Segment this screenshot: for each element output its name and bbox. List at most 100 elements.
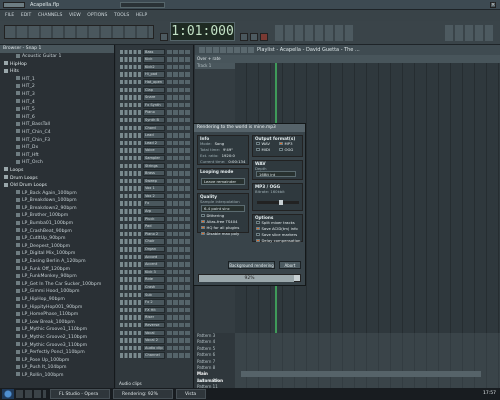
browser-file[interactable]: LP_Gimmi Hood_100bpm: [0, 288, 114, 296]
checkbox-icon[interactable]: [201, 231, 205, 236]
channel-name-button[interactable]: Strings: [143, 162, 165, 169]
channel-leds[interactable]: [120, 209, 142, 214]
channel-row[interactable]: Kick2: [116, 63, 193, 71]
task-vista[interactable]: Vista: [176, 389, 206, 399]
channel-name-button[interactable]: Crash: [143, 284, 165, 291]
bitrate-handle[interactable]: [279, 200, 283, 205]
channel-name-button[interactable]: Vox 2: [143, 192, 165, 200]
browser-folder[interactable]: Loops: [0, 167, 114, 175]
channel-steps[interactable]: [167, 125, 191, 131]
browser-file[interactable]: LP_Bumba01_100bpm: [0, 220, 114, 228]
wav-depth-select[interactable]: 16Bit int: [256, 171, 296, 177]
channel-name-button[interactable]: Vocal: [143, 329, 165, 336]
browser-folder[interactable]: Drum Loops: [0, 175, 114, 183]
channel-name-button[interactable]: Kick: [143, 56, 165, 63]
channel-steps[interactable]: [167, 277, 191, 282]
browser-file[interactable]: LP_Pose Up_100bpm: [0, 357, 114, 365]
channel-row[interactable]: Sub: [116, 291, 193, 299]
channel-name-button[interactable]: Sweep: [143, 177, 165, 185]
channel-name-button[interactable]: Chord: [143, 124, 165, 131]
track-label[interactable]: Track 1: [195, 63, 235, 70]
playlist-tools[interactable]: [199, 47, 254, 53]
channel-leds[interactable]: [120, 178, 142, 184]
channel-leds[interactable]: [120, 338, 142, 343]
browser-file[interactable]: LP_Easing Berlin A_120bpm: [0, 258, 114, 266]
browser-file[interactable]: LP_CrashBeat_90bpm: [0, 228, 114, 236]
channel-name-button[interactable]: Arp: [143, 208, 165, 215]
browser-file[interactable]: LP_Digital Mix_100bpm: [0, 250, 114, 258]
channel-name-button[interactable]: Bass Synth: [143, 48, 165, 55]
channel-steps[interactable]: [167, 315, 191, 320]
channel-leds[interactable]: [120, 292, 142, 298]
browser-file[interactable]: LP_Breakdown2_90bpm: [0, 205, 114, 213]
channel-name-button[interactable]: Pad: [143, 223, 165, 230]
checkbox-icon[interactable]: [256, 220, 260, 225]
channel-steps[interactable]: [167, 307, 191, 313]
menu-tools[interactable]: TOOLS: [114, 13, 129, 18]
channel-name-button[interactable]: Lead: [143, 132, 165, 139]
task-rendering[interactable]: Rendering: 92%: [113, 389, 173, 399]
channel-row[interactable]: Synth B: [116, 116, 193, 124]
browser-folder[interactable]: Hits: [0, 68, 114, 76]
channel-name-button[interactable]: Ride: [143, 276, 165, 283]
channel-name-button[interactable]: Audio clip: [143, 344, 165, 352]
channel-leds[interactable]: [120, 201, 142, 206]
window-buttons[interactable]: [445, 25, 495, 41]
channel-leds[interactable]: [120, 87, 142, 93]
channel-leds[interactable]: [120, 117, 142, 123]
abort-button[interactable]: Abort: [279, 261, 301, 269]
checkbox-icon[interactable]: [201, 219, 205, 224]
menu-edit[interactable]: EDIT: [21, 13, 31, 18]
channel-name-button[interactable]: Choir: [143, 238, 165, 245]
channel-name-button[interactable]: Snare: [143, 94, 165, 101]
channel-row[interactable]: Riser: [116, 314, 193, 322]
checkbox-icon[interactable]: [256, 232, 260, 237]
channel-leds[interactable]: [120, 247, 142, 252]
checkbox-icon[interactable]: [279, 141, 283, 146]
channel-name-button[interactable]: Fx: [143, 200, 165, 207]
channel-steps[interactable]: [167, 148, 191, 153]
channel-leds[interactable]: [120, 57, 142, 62]
channel-row[interactable]: Vocal 2: [116, 337, 193, 345]
quality-checkbox[interactable]: Disable max poly: [201, 231, 248, 237]
channel-name-button[interactable]: Lead 2: [143, 139, 165, 147]
bitrate-slider[interactable]: [257, 200, 299, 205]
channel-name-button[interactable]: Clap: [143, 86, 165, 93]
quick-launch[interactable]: [16, 390, 46, 398]
channel-row[interactable]: Arp: [116, 207, 193, 215]
channel-row[interactable]: Lead: [116, 132, 193, 140]
channel-steps[interactable]: [167, 64, 191, 70]
channel-row[interactable]: Ride: [116, 276, 193, 284]
channel-row[interactable]: Reverse: [116, 321, 193, 329]
channel-leds[interactable]: [120, 102, 142, 108]
channel-steps[interactable]: [167, 117, 191, 123]
timeline-ruler[interactable]: Over + rate: [195, 55, 500, 63]
browser-file[interactable]: HIT_4: [0, 99, 114, 107]
stop-icon[interactable]: [250, 33, 258, 41]
channel-steps[interactable]: [167, 338, 191, 343]
channel-row[interactable]: Piano: [116, 109, 193, 117]
browser-file[interactable]: HIT_Chin_C4: [0, 129, 114, 137]
toolbar-buttons[interactable]: [275, 25, 355, 41]
browser-file[interactable]: LP_Back Again_100bpm: [0, 190, 114, 198]
channel-steps[interactable]: [167, 57, 191, 62]
channel-name-button[interactable]: Accord: [143, 253, 165, 261]
channel-leds[interactable]: [120, 285, 142, 290]
checkbox-icon[interactable]: [201, 213, 205, 218]
channel-row[interactable]: Crash: [116, 283, 193, 291]
browser-file[interactable]: LP_HomePhase_110bpm: [0, 311, 114, 319]
channel-leds[interactable]: [120, 95, 142, 100]
browser-file[interactable]: LP_HipHop_90bpm: [0, 296, 114, 304]
channel-steps[interactable]: [167, 163, 191, 168]
checkbox-icon[interactable]: [256, 141, 260, 146]
pattern-lane[interactable]: [235, 333, 500, 391]
channel-steps[interactable]: [167, 292, 191, 298]
menu-help[interactable]: HELP: [136, 13, 147, 18]
channel-leds[interactable]: [120, 72, 142, 77]
toolbar-knobs[interactable]: [4, 25, 154, 39]
browser-file[interactable]: HIT_Orch: [0, 159, 114, 167]
channel-steps[interactable]: [167, 300, 191, 305]
channel-steps[interactable]: [167, 201, 191, 206]
browser-file[interactable]: LP_Breakdown_100bpm: [0, 197, 114, 205]
channel-steps[interactable]: [167, 239, 191, 244]
